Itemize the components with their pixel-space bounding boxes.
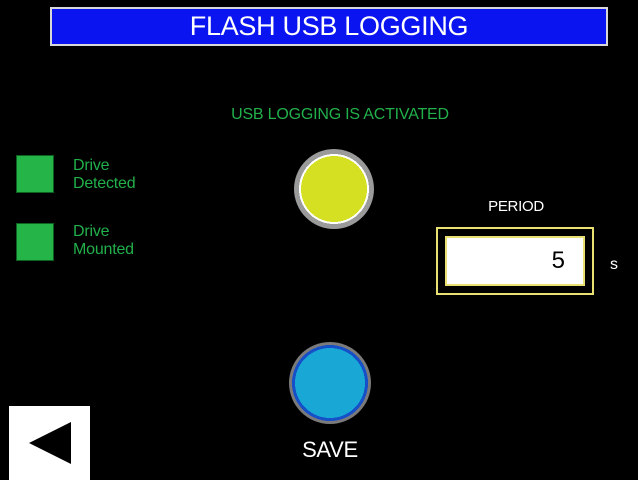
- left-arrow-icon: [29, 422, 71, 464]
- page-title: FLASH USB LOGGING: [50, 7, 608, 46]
- save-button-label: SAVE: [302, 437, 358, 462]
- drive-detected-label-line2: Detected: [73, 175, 136, 192]
- period-label: PERIOD: [488, 198, 544, 215]
- drive-detected-label: Drive Detected: [73, 157, 136, 193]
- drive-detected-indicator: [16, 155, 54, 193]
- drive-detected-label-line1: Drive: [73, 157, 110, 174]
- drive-mounted-label-line2: Mounted: [73, 241, 134, 258]
- save-button[interactable]: [289, 342, 371, 424]
- drive-mounted-indicator: [16, 223, 54, 261]
- logging-status-text: USB LOGGING IS ACTIVATED: [231, 106, 449, 123]
- logging-status-lamp: [294, 149, 374, 229]
- back-button[interactable]: [9, 406, 90, 480]
- period-input[interactable]: 5: [445, 236, 585, 286]
- period-unit-label: s: [610, 256, 618, 273]
- drive-mounted-label-line1: Drive: [73, 223, 110, 240]
- drive-mounted-label: Drive Mounted: [73, 223, 134, 259]
